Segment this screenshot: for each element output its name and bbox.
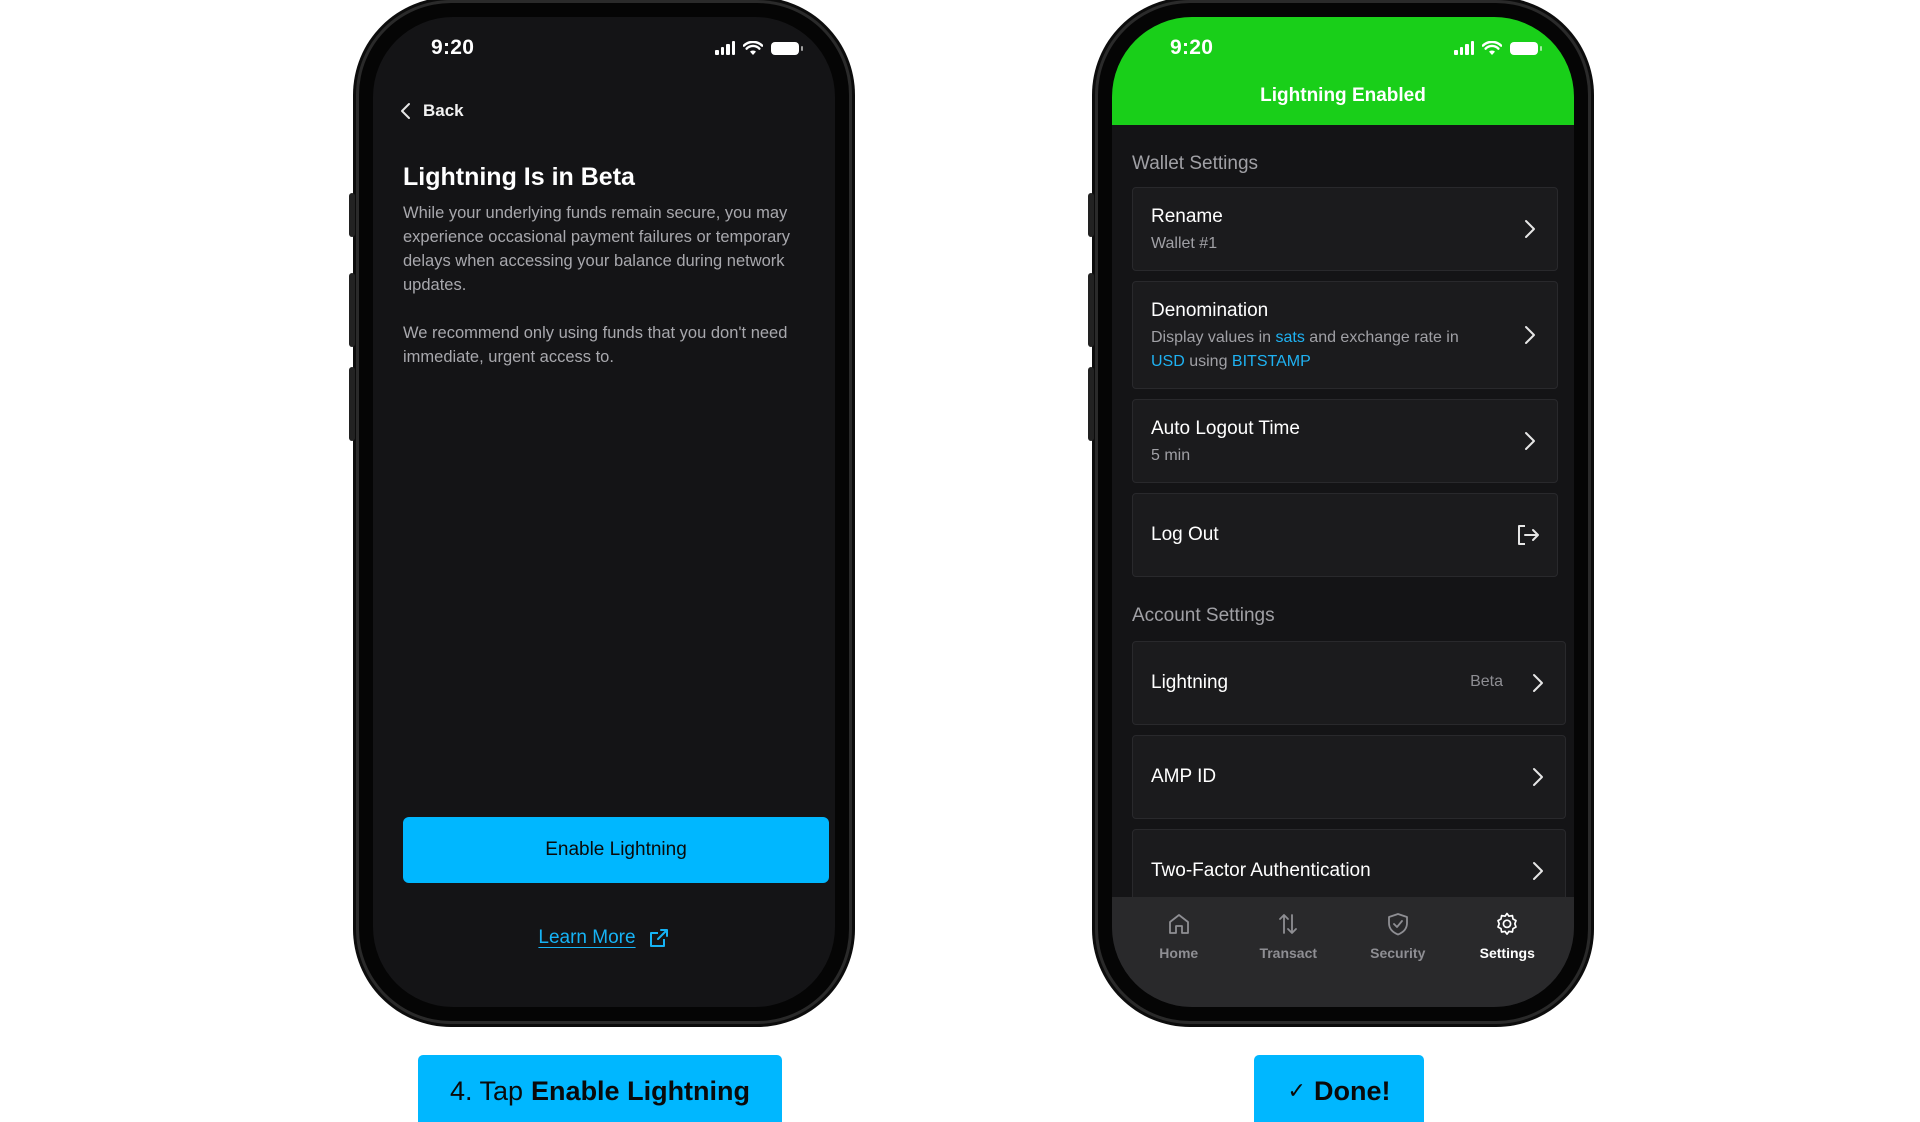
rename-title: Rename: [1151, 206, 1223, 227]
tab-transact-label: Transact: [1259, 945, 1318, 961]
status-icons: [1454, 40, 1542, 56]
tab-settings-label: Settings: [1479, 945, 1535, 961]
tab-transact[interactable]: Transact: [1238, 911, 1338, 1007]
wifi-icon: [743, 40, 763, 55]
beta-recommendation-text: We recommend only using funds that you d…: [403, 324, 788, 366]
chevron-left-icon: [401, 103, 410, 119]
wifi-icon: [1482, 40, 1502, 55]
denomination-source: BITSTAMP: [1231, 353, 1311, 370]
tab-home-label: Home: [1159, 945, 1199, 961]
denomination-currency: USD: [1151, 353, 1185, 370]
header-title: Lightning Enabled: [1260, 85, 1426, 106]
denomination-unit: sats: [1275, 329, 1305, 346]
tutorial-stage: 9:20 Back Lightning Is in Beta While you…: [0, 0, 1920, 1122]
beta-badge: Beta: [1470, 673, 1503, 690]
status-time: 9:20: [1170, 36, 1214, 59]
shield-check-icon: [1387, 913, 1408, 936]
status-bar: 9:20: [373, 17, 835, 67]
tab-security[interactable]: Security: [1348, 911, 1448, 1007]
amp-id-title: AMP ID: [1151, 766, 1217, 787]
left-phone-frame: 9:20 Back Lightning Is in Beta While you…: [349, 3, 849, 1021]
settings-item-lightning[interactable]: Lightning Beta: [1132, 641, 1566, 725]
wallet-settings-label: Wallet Settings: [1132, 153, 1259, 174]
auto-logout-value: 5 min: [1151, 447, 1191, 464]
status-time: 9:20: [431, 36, 475, 59]
step-caption: 4. Tap Enable Lightning: [418, 1055, 782, 1122]
tab-home[interactable]: Home: [1129, 911, 1229, 1007]
learn-more-link-row[interactable]: Learn More: [373, 927, 835, 949]
external-link-icon: [649, 929, 668, 947]
cellular-signal-icon: [715, 41, 735, 55]
denomination-description: Display values in sats and exchange rate…: [1151, 326, 1511, 374]
page-title: Lightning Is in Beta: [403, 163, 635, 191]
beta-warning-text: While your underlying funds remain secur…: [403, 204, 791, 294]
chevron-right-icon: [1533, 674, 1543, 692]
right-phone-frame: 9:20 Lightning Enabled Wallet Settings R…: [1088, 3, 1588, 1021]
settings-item-rename[interactable]: Rename Wallet #1: [1132, 187, 1558, 271]
chevron-right-icon: [1525, 220, 1535, 238]
home-icon: [1168, 914, 1189, 934]
chevron-right-icon: [1533, 768, 1543, 786]
back-label: Back: [423, 101, 464, 120]
chevron-right-icon: [1533, 862, 1543, 880]
enable-lightning-button[interactable]: Enable Lightning: [403, 817, 829, 883]
denomination-text: Display values in: [1151, 329, 1276, 346]
logout-icon: [1518, 525, 1539, 545]
settings-item-denomination[interactable]: Denomination Display values in sats and …: [1132, 281, 1558, 389]
step-caption-prefix: 4. Tap: [449, 1075, 524, 1106]
battery-icon: [1510, 41, 1542, 55]
back-button[interactable]: Back: [399, 101, 464, 121]
done-caption-label: Done!: [1313, 1075, 1391, 1106]
bottom-tab-bar: Home Transact Security Settings: [1112, 897, 1574, 1007]
done-caption: ✓ Done!: [1254, 1055, 1424, 1122]
log-out-title: Log Out: [1151, 524, 1219, 545]
checkmark-icon: ✓: [1287, 1078, 1306, 1104]
transact-arrows-icon: [1279, 914, 1298, 934]
left-phone-screen: 9:20 Back Lightning Is in Beta While you…: [373, 17, 835, 1007]
denomination-text: using: [1184, 353, 1232, 370]
lightning-title: Lightning: [1151, 672, 1229, 693]
learn-more-link[interactable]: Learn More: [538, 927, 635, 949]
gear-icon: [1497, 912, 1518, 935]
chevron-right-icon: [1525, 432, 1535, 450]
account-settings-label: Account Settings: [1132, 605, 1275, 626]
auto-logout-title: Auto Logout Time: [1151, 418, 1300, 439]
chevron-right-icon: [1525, 326, 1535, 344]
status-bar: 9:20: [1112, 17, 1574, 67]
two-factor-title: Two-Factor Authentication: [1151, 860, 1371, 881]
settings-item-auto-logout[interactable]: Auto Logout Time 5 min: [1132, 399, 1558, 483]
status-icons: [715, 40, 803, 56]
battery-icon: [771, 41, 803, 55]
denomination-text: and exchange rate in: [1304, 329, 1459, 346]
tab-security-label: Security: [1370, 945, 1426, 961]
rename-value: Wallet #1: [1151, 235, 1218, 252]
right-phone-screen: 9:20 Lightning Enabled Wallet Settings R…: [1112, 17, 1574, 1007]
step-caption-action: Enable Lightning: [531, 1075, 751, 1106]
settings-item-log-out[interactable]: Log Out: [1132, 493, 1558, 577]
tab-settings[interactable]: Settings: [1457, 911, 1557, 1007]
denomination-title: Denomination: [1151, 300, 1269, 321]
cellular-signal-icon: [1454, 41, 1474, 55]
settings-item-amp-id[interactable]: AMP ID: [1132, 735, 1566, 819]
